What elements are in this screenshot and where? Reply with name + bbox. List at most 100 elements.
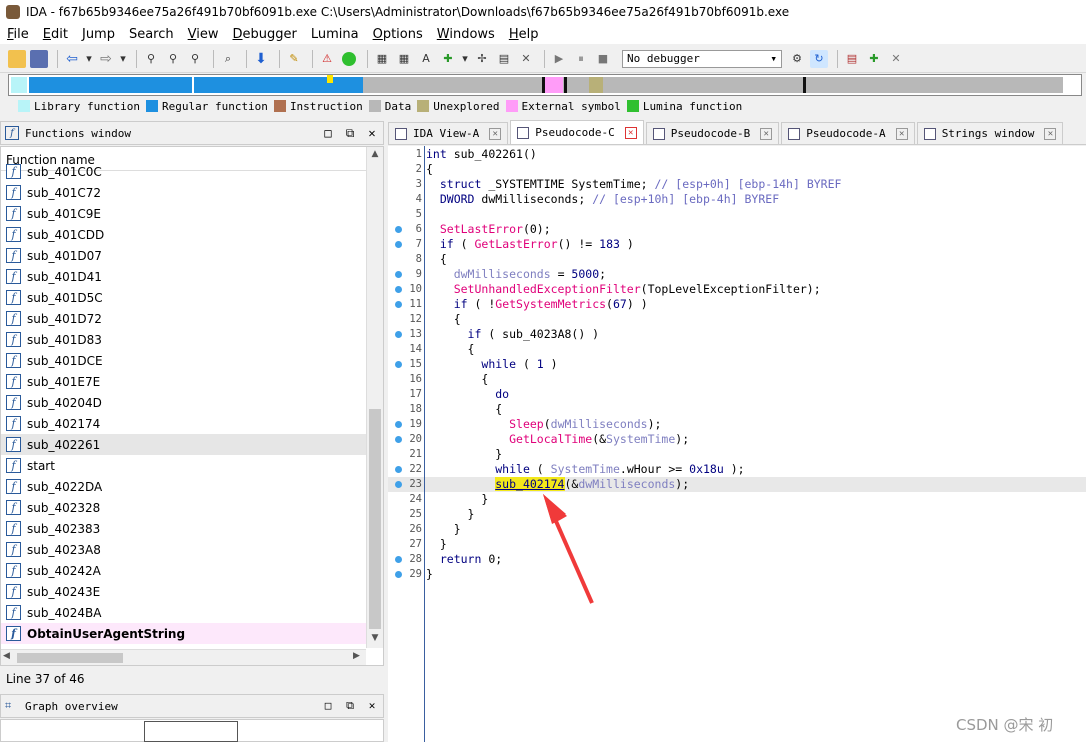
float-window-icon[interactable]: ⧉ (339, 126, 361, 141)
green-circle-icon[interactable] (340, 50, 358, 68)
tab-close-icon[interactable]: ✕ (760, 127, 773, 140)
float-window-icon[interactable]: ⧉ (339, 699, 361, 713)
function-row[interactable]: f start (1, 455, 367, 476)
function-row[interactable]: f sub_40243E (1, 581, 367, 602)
tab-pseudocode-b[interactable]: Pseudocode-B ✕ (645, 122, 780, 144)
function-row[interactable]: f sub_401E7E (1, 371, 367, 392)
code-line[interactable]: 25 } (388, 507, 1086, 522)
code-line[interactable]: 19 Sleep(dwMilliseconds); (388, 417, 1086, 432)
warning-icon[interactable]: ⚠ (318, 50, 336, 68)
patch-icon[interactable]: ✢ (473, 50, 491, 68)
code-line[interactable]: 18 { (388, 402, 1086, 417)
close-icon[interactable]: ✕ (361, 699, 383, 713)
code-line[interactable]: 27 } (388, 537, 1086, 552)
add-struct-icon[interactable]: ✚ (439, 50, 457, 68)
attach-process-icon[interactable]: ⚙ (788, 50, 806, 68)
menu-help[interactable]: Help (502, 27, 546, 42)
code-line[interactable]: 12 { (388, 312, 1086, 327)
code-line[interactable]: 16 { (388, 372, 1086, 387)
code-line[interactable]: 15 while ( 1 ) (388, 357, 1086, 372)
tab-close-icon[interactable]: ✕ (489, 127, 502, 140)
jump-down-icon[interactable]: ⬇ (252, 50, 270, 68)
pseudocode-view[interactable]: 1 int sub_402261() 2{3 struct _SYSTEMTIME … (388, 146, 1086, 742)
code-line[interactable]: 10 SetUnhandledExceptionFilter(TopLevelE… (388, 282, 1086, 297)
code-line[interactable]: 13 if ( sub_4023A8() ) (388, 327, 1086, 342)
functions-horizontal-scrollbar[interactable]: ◀ ▶ (1, 649, 366, 665)
function-row[interactable]: f sub_401C0C (1, 161, 367, 182)
scroll-right-icon[interactable]: ▶ (353, 651, 360, 661)
code-line[interactable]: 17 do (388, 387, 1086, 402)
code-line[interactable]: 3 struct _SYSTEMTIME SystemTime; // [esp… (388, 177, 1086, 192)
pen-tool-icon[interactable]: ✎ (285, 50, 303, 68)
back-dropdown-icon[interactable]: ▾ (85, 50, 93, 68)
close-icon[interactable]: ✕ (361, 126, 383, 141)
functions-vertical-scrollbar[interactable]: ▲ ▼ (366, 147, 383, 648)
menu-windows[interactable]: Windows (430, 27, 502, 42)
scroll-up-icon[interactable]: ▲ (367, 149, 383, 163)
minimize-icon[interactable]: □ (317, 126, 339, 141)
tab-close-icon[interactable]: ✕ (624, 126, 637, 139)
binoculars-text-icon[interactable]: ⚲ (164, 50, 182, 68)
function-icon[interactable]: ▤ (495, 50, 513, 68)
code-line[interactable]: 9 dwMilliseconds = 5000; (388, 267, 1086, 282)
code-line[interactable]: 2{ (388, 162, 1086, 177)
minimize-icon[interactable]: □ (317, 699, 339, 713)
function-row[interactable]: f sub_401C72 (1, 182, 367, 203)
scroll-down-icon[interactable]: ▼ (367, 633, 383, 647)
back-arrow-icon[interactable]: ⇦ (63, 50, 81, 68)
data-icon[interactable]: ▦ (395, 50, 413, 68)
function-row[interactable]: f sub_401DCE (1, 350, 367, 371)
menu-file[interactable]: File (0, 27, 36, 42)
debugger-select[interactable]: No debugger ▾ (622, 49, 782, 68)
tab-close-icon[interactable]: ✕ (1044, 127, 1057, 140)
code-line[interactable]: 29} (388, 567, 1086, 582)
binoculars-icon[interactable]: ⚲ (142, 50, 160, 68)
binoculars-hex-icon[interactable]: ⚲ (186, 50, 204, 68)
function-row[interactable]: f sub_4022DA (1, 476, 367, 497)
function-row[interactable]: f sub_401C9E (1, 203, 367, 224)
menu-lumina[interactable]: Lumina (304, 27, 366, 42)
forward-arrow-icon[interactable]: ⇨ (97, 50, 115, 68)
function-row[interactable]: f ObtainUserAgentString (1, 623, 367, 644)
function-row[interactable]: f sub_401D72 (1, 308, 367, 329)
code-line[interactable]: 20 GetLocalTime(&SystemTime); (388, 432, 1086, 447)
refresh-icon[interactable]: ↻ (810, 49, 828, 68)
code-line[interactable]: 22 while ( SystemTime.wHour >= 0x18u ); (388, 462, 1086, 477)
tab-pseudocode-a[interactable]: Pseudocode-A ✕ (781, 122, 915, 144)
function-row[interactable]: f sub_402174 (1, 413, 367, 434)
function-row[interactable]: f sub_401D41 (1, 266, 367, 287)
stop-icon[interactable]: ■ (594, 50, 612, 68)
code-line[interactable]: 7 if ( GetLastError() != 183 ) (388, 237, 1086, 252)
search-icon[interactable]: ⌕ (219, 50, 237, 68)
function-row[interactable]: f sub_402383 (1, 518, 367, 539)
play-icon[interactable]: ▶ (550, 50, 568, 68)
function-row[interactable]: f sub_401D83 (1, 329, 367, 350)
function-row[interactable]: f sub_402328 (1, 497, 367, 518)
breakpoint-list-icon[interactable]: ▤ (843, 50, 861, 68)
add-struct-dropdown-icon[interactable]: ▾ (461, 50, 469, 68)
code-line[interactable]: 26 } (388, 522, 1086, 537)
tab-strings-window[interactable]: Strings window ✕ (916, 122, 1064, 144)
code-line[interactable]: 4 DWORD dwMilliseconds; // [esp+10h] [eb… (388, 192, 1086, 207)
menu-debugger[interactable]: Debugger (226, 27, 304, 42)
code-line[interactable]: 11 if ( !GetSystemMetrics(67) ) (388, 297, 1086, 312)
code-line[interactable]: 28 return 0; (388, 552, 1086, 567)
code-line[interactable]: 1 int sub_402261() (388, 147, 1086, 162)
undefine-icon[interactable]: ✕ (517, 50, 535, 68)
function-row[interactable]: f sub_401CDD (1, 224, 367, 245)
function-row[interactable]: f sub_40204D (1, 392, 367, 413)
function-row[interactable]: f sub_402261 (1, 434, 367, 455)
code-line[interactable]: 23 sub_402174(&dwMilliseconds); (388, 477, 1086, 492)
menu-search[interactable]: Search (122, 27, 181, 42)
function-row[interactable]: f sub_401D07 (1, 245, 367, 266)
menu-options[interactable]: Options (366, 27, 430, 42)
delete-breakpoint-icon[interactable]: ✕ (887, 50, 905, 68)
function-row[interactable]: f sub_4023A8 (1, 539, 367, 560)
graph-overview-viewport[interactable] (144, 721, 238, 742)
scroll-left-icon[interactable]: ◀ (3, 651, 10, 661)
code-icon[interactable]: ▦ (373, 50, 391, 68)
function-row[interactable]: f sub_40242A (1, 560, 367, 581)
tab-close-icon[interactable]: ✕ (895, 127, 908, 140)
add-breakpoint-icon[interactable]: ✚ (865, 50, 883, 68)
menu-view[interactable]: View (181, 27, 226, 42)
